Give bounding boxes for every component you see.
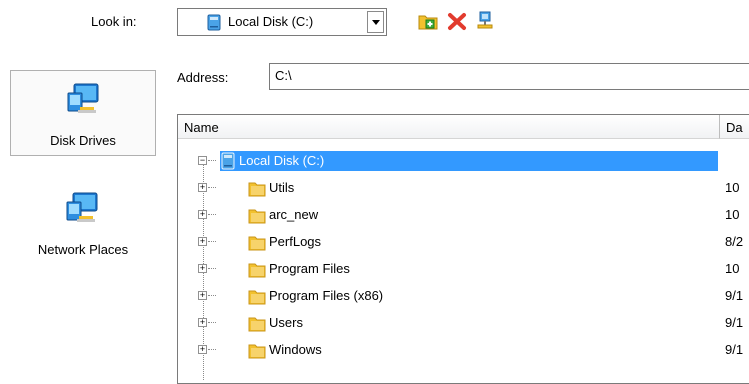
column-header-name[interactable]: Name — [178, 115, 720, 139]
tree-item-date: 8/2 — [725, 234, 744, 249]
tree-item-name: Windows — [269, 342, 322, 357]
tree-item-name: Utils — [269, 180, 295, 195]
collapse-icon[interactable]: − — [198, 156, 207, 165]
folder-icon — [248, 341, 266, 362]
address-label: Address: — [177, 70, 229, 85]
tree-item-name: Program Files — [269, 261, 350, 276]
tree-item-name: arc_new — [269, 207, 319, 222]
expand-icon[interactable]: + — [198, 183, 207, 192]
tree-item-date: 10 — [725, 180, 740, 195]
tree-item-date: 10 — [725, 261, 740, 276]
local-disk-icon — [220, 152, 236, 173]
address-input[interactable]: C:\ — [269, 63, 749, 90]
tree-row[interactable]: + Windows 9/1 — [178, 338, 749, 362]
nav-item-disk-drives[interactable]: Disk Drives — [10, 70, 156, 156]
folder-icon — [248, 179, 266, 200]
tree-item-date: 9/1 — [725, 288, 744, 303]
tree-row[interactable]: + Utils 10 — [178, 176, 749, 200]
tree-item-name: Program Files (x86) — [269, 288, 384, 303]
column-header-date[interactable]: Da — [720, 115, 749, 139]
tree-item-name: PerfLogs — [269, 234, 322, 249]
new-folder-icon[interactable] — [417, 10, 439, 32]
tree-item-name: Local Disk (C:) — [237, 152, 329, 170]
tree-row[interactable]: + arc_new 10 — [178, 203, 749, 227]
expand-icon[interactable]: + — [198, 264, 207, 273]
look-in-dropdown[interactable]: Local Disk (C:) — [177, 8, 387, 36]
expand-icon[interactable]: + — [198, 237, 207, 246]
chevron-down-icon[interactable] — [367, 11, 384, 33]
expand-icon[interactable]: + — [198, 210, 207, 219]
tree-item-date: 10 — [725, 207, 740, 222]
computer-monitor-icon — [65, 190, 101, 229]
expand-icon[interactable]: + — [198, 291, 207, 300]
tree-row[interactable]: + Program Files 10 — [178, 257, 749, 281]
folder-icon — [248, 206, 266, 227]
tree-item-date: 9/1 — [725, 315, 744, 330]
tree-item-name: Users — [269, 315, 303, 330]
network-drive-icon[interactable] — [474, 10, 496, 32]
folder-icon — [248, 314, 266, 335]
folder-icon — [248, 233, 266, 254]
folder-tree-view[interactable]: Name Da − Local Disk (C:) + Utils 10 + a… — [177, 114, 749, 384]
nav-item-network-places[interactable]: Network Places — [10, 180, 156, 266]
tree-row[interactable]: + Program Files (x86) 9/1 — [178, 284, 749, 308]
look-in-value: Local Disk (C:) — [228, 14, 314, 29]
computer-monitor-icon — [66, 81, 102, 120]
local-disk-icon — [206, 14, 222, 34]
tree-row[interactable]: + Users 9/1 — [178, 311, 749, 335]
folder-icon — [248, 287, 266, 308]
tree-item-date: 9/1 — [725, 342, 744, 357]
expand-icon[interactable]: + — [198, 318, 207, 327]
expand-icon[interactable]: + — [198, 345, 207, 354]
nav-item-label: Disk Drives — [50, 133, 116, 148]
look-in-label: Look in: — [91, 14, 137, 29]
delete-icon[interactable] — [446, 10, 468, 32]
nav-item-label: Network Places — [37, 242, 129, 257]
folder-icon — [248, 260, 266, 281]
tree-row[interactable]: + PerfLogs 8/2 — [178, 230, 749, 254]
tree-row-root[interactable]: − Local Disk (C:) — [178, 149, 749, 173]
